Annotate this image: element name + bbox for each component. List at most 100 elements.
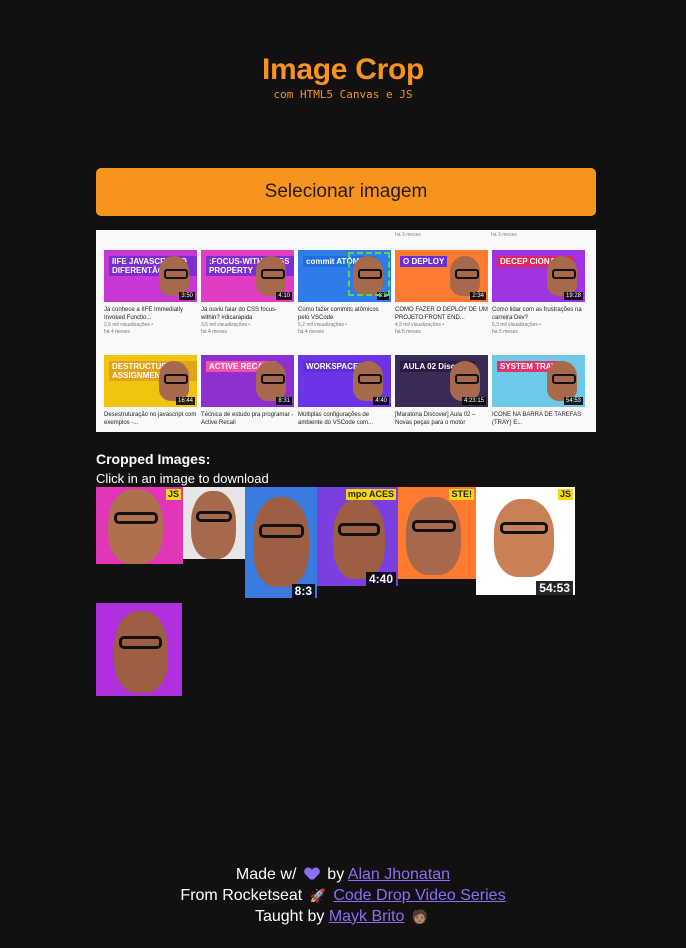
cropped-image[interactable]: mpo ACES 4:40 <box>317 487 398 586</box>
presenter-face-image <box>114 611 168 693</box>
video-age: há 5 meses <box>492 329 518 335</box>
video-duration: 3:50 <box>179 292 195 300</box>
presenter-face-image <box>191 491 236 559</box>
video-card[interactable]: DESTRUCTURING ASSIGNMENT 16:44 Desestrutur… <box>104 355 197 427</box>
video-thumbnail: ACTIVE RECALL 8:31 <box>201 355 294 407</box>
footer-line-taught: Taught by Mayk Brito 🧑🏽 <box>0 906 686 927</box>
cropped-image[interactable] <box>96 603 182 696</box>
thumbnail-caption: JS <box>557 489 573 500</box>
presenter-face-image <box>494 499 554 577</box>
video-card[interactable]: :FOCUS-WITHIN CSS PROPERTY 4:10 Já ouviu f… <box>201 250 294 336</box>
source-image-preview[interactable]: há 3 meses há 3 meses IIFE JAVASCRIPT O … <box>96 230 596 432</box>
video-duration: 16:44 <box>175 397 195 405</box>
video-duration: 4:23:15 <box>461 397 486 405</box>
video-card[interactable]: ACTIVE RECALL 8:31 Técnica de estudo pra p… <box>201 355 294 427</box>
footer-text: Made w/ <box>235 866 297 883</box>
video-card[interactable]: IIFE JAVASCRIPT O DIFERENTÃO 3:50 Já conhe… <box>104 250 197 336</box>
footer-line-made-with: Made w/ by Alan Jhonatan <box>0 864 686 885</box>
page-subtitle: com HTML5 Canvas e JS <box>273 88 413 101</box>
presenter-face-image <box>353 361 383 401</box>
video-duration: 19:28 <box>563 292 583 300</box>
presenter-face-image <box>547 256 577 296</box>
glasses-shape <box>259 524 304 538</box>
video-title: [Maratona Discover] Aula 02 – Novas peça… <box>395 412 476 426</box>
meta-text: há 3 meses <box>395 232 421 238</box>
glasses-shape <box>500 522 548 534</box>
footer-text: From Rocketseat <box>180 887 303 904</box>
cropped-image[interactable] <box>183 487 245 559</box>
video-thumbnail: WORKSPACES 4:40 <box>298 355 391 407</box>
video-age: há 4 meses <box>298 329 324 335</box>
presenter-face-image <box>547 361 577 401</box>
video-title: COMO FAZER O DEPLOY DE UM PROJETO FRONT … <box>395 307 488 321</box>
crop-selection-box[interactable] <box>348 252 390 296</box>
video-thumbnail: :FOCUS-WITHIN CSS PROPERTY 4:10 <box>201 250 294 302</box>
video-views: 5,2 mil visualizações • <box>298 322 347 328</box>
video-views: 3,5 mil visualizações • <box>201 322 250 328</box>
video-card[interactable]: DECEP CIONADO! 19:28 Como lidar com as fru… <box>492 250 585 336</box>
video-title: Já ouviu falar do CSS focus-within? #dic… <box>201 307 278 321</box>
glasses-shape <box>338 523 380 536</box>
glasses-shape <box>119 636 162 649</box>
video-views: 4,9 mil visualizações • <box>395 322 444 328</box>
presenter-face-image <box>253 497 309 587</box>
heart-icon <box>305 868 319 880</box>
select-image-button[interactable]: Selecionar imagem <box>96 168 596 216</box>
thumbnail-caption: mpo ACES <box>345 489 396 500</box>
video-title: Como fazer commits atômicos pelo VSCode <box>298 307 379 321</box>
cropped-image[interactable]: JS 54:53 <box>476 487 575 595</box>
footer-text: by <box>327 866 345 883</box>
video-thumbnail: O DEPLOY 2:34 <box>395 250 488 302</box>
rocket-icon: 🚀 <box>309 888 326 903</box>
cropped-image[interactable]: 8:3 <box>245 487 317 598</box>
video-title: Como lidar com as frustrações na carreir… <box>492 307 582 321</box>
video-card[interactable]: SYSTEM TRAY 54:53 ÍCONE NA BARRA DE TAREFA… <box>492 355 585 427</box>
video-row: IIFE JAVASCRIPT O DIFERENTÃO 3:50 Já conhe… <box>104 250 585 336</box>
video-thumbnail: IIFE JAVASCRIPT O DIFERENTÃO 3:50 <box>104 250 197 302</box>
presenter-face-image <box>256 361 286 401</box>
cropped-image[interactable]: JS <box>96 487 183 564</box>
video-age: há 4 meses <box>104 329 130 335</box>
glasses-shape <box>114 512 158 524</box>
thumbnail-caption: JS <box>165 489 181 500</box>
person-icon: 🧑🏽 <box>411 909 429 924</box>
video-title: Técnica de estudo pra programar - Active… <box>201 412 294 426</box>
video-duration: 4:40 <box>365 572 396 586</box>
footer-line-from: From Rocketseat 🚀 Code Drop Video Series <box>0 885 686 906</box>
presenter-face-image <box>159 256 189 296</box>
meta-text: há 3 meses <box>491 232 517 238</box>
teacher-link[interactable]: Mayk Brito <box>329 908 405 925</box>
video-card[interactable]: O DEPLOY 2:34 COMO FAZER O DEPLOY DE UM PR… <box>395 250 488 336</box>
author-link[interactable]: Alan Jhonatan <box>348 866 450 883</box>
video-thumbnail: DECEP CIONADO! 19:28 <box>492 250 585 302</box>
video-duration: 54:53 <box>536 581 573 595</box>
footer: Made w/ by Alan Jhonatan From Rocketseat… <box>0 864 686 927</box>
video-title: Múltiplas configurações de ambiente do V… <box>298 412 374 426</box>
thumbnail-caption: STE! <box>449 489 474 500</box>
video-card[interactable]: AULA 02 Discover 4:23:15 [Maratona Discove… <box>395 355 488 427</box>
video-duration: 54:53 <box>563 397 583 405</box>
cropped-image[interactable]: STE! <box>398 487 476 579</box>
video-duration: 4:40 <box>373 397 389 405</box>
video-duration: 2:34 <box>470 292 486 300</box>
video-views: 6,3 mil visualizações • <box>492 322 541 328</box>
video-thumbnail: SYSTEM TRAY 54:53 <box>492 355 585 407</box>
footer-text: Taught by <box>254 908 325 925</box>
cropped-images-hint: Click in an image to download <box>96 471 269 486</box>
page-header: Image Crop com HTML5 Canvas e JS <box>0 52 686 102</box>
video-card[interactable]: WORKSPACES 4:40 Múltiplas configurações de… <box>298 355 391 427</box>
glasses-shape <box>196 511 232 522</box>
presenter-face-image <box>159 361 189 401</box>
video-duration: 8:3 <box>291 584 315 598</box>
glasses-shape <box>412 520 456 532</box>
video-duration: 8:31 <box>276 397 292 405</box>
video-title: Já conhece a IIFE Immediatly Invoked Fun… <box>104 307 184 321</box>
video-age: há 5 meses <box>395 329 421 335</box>
video-title: Desestruturação no javascript com exempl… <box>104 412 197 426</box>
video-title: ÍCONE NA BARRA DE TAREFAS (TRAY) E... <box>492 412 582 426</box>
video-thumbnail: AULA 02 Discover 4:23:15 <box>395 355 488 407</box>
presenter-face-image <box>406 497 461 575</box>
video-views: 2,6 mil visualizações • <box>104 322 153 328</box>
video-age: há 4 meses <box>201 329 227 335</box>
series-link[interactable]: Code Drop Video Series <box>333 887 505 904</box>
